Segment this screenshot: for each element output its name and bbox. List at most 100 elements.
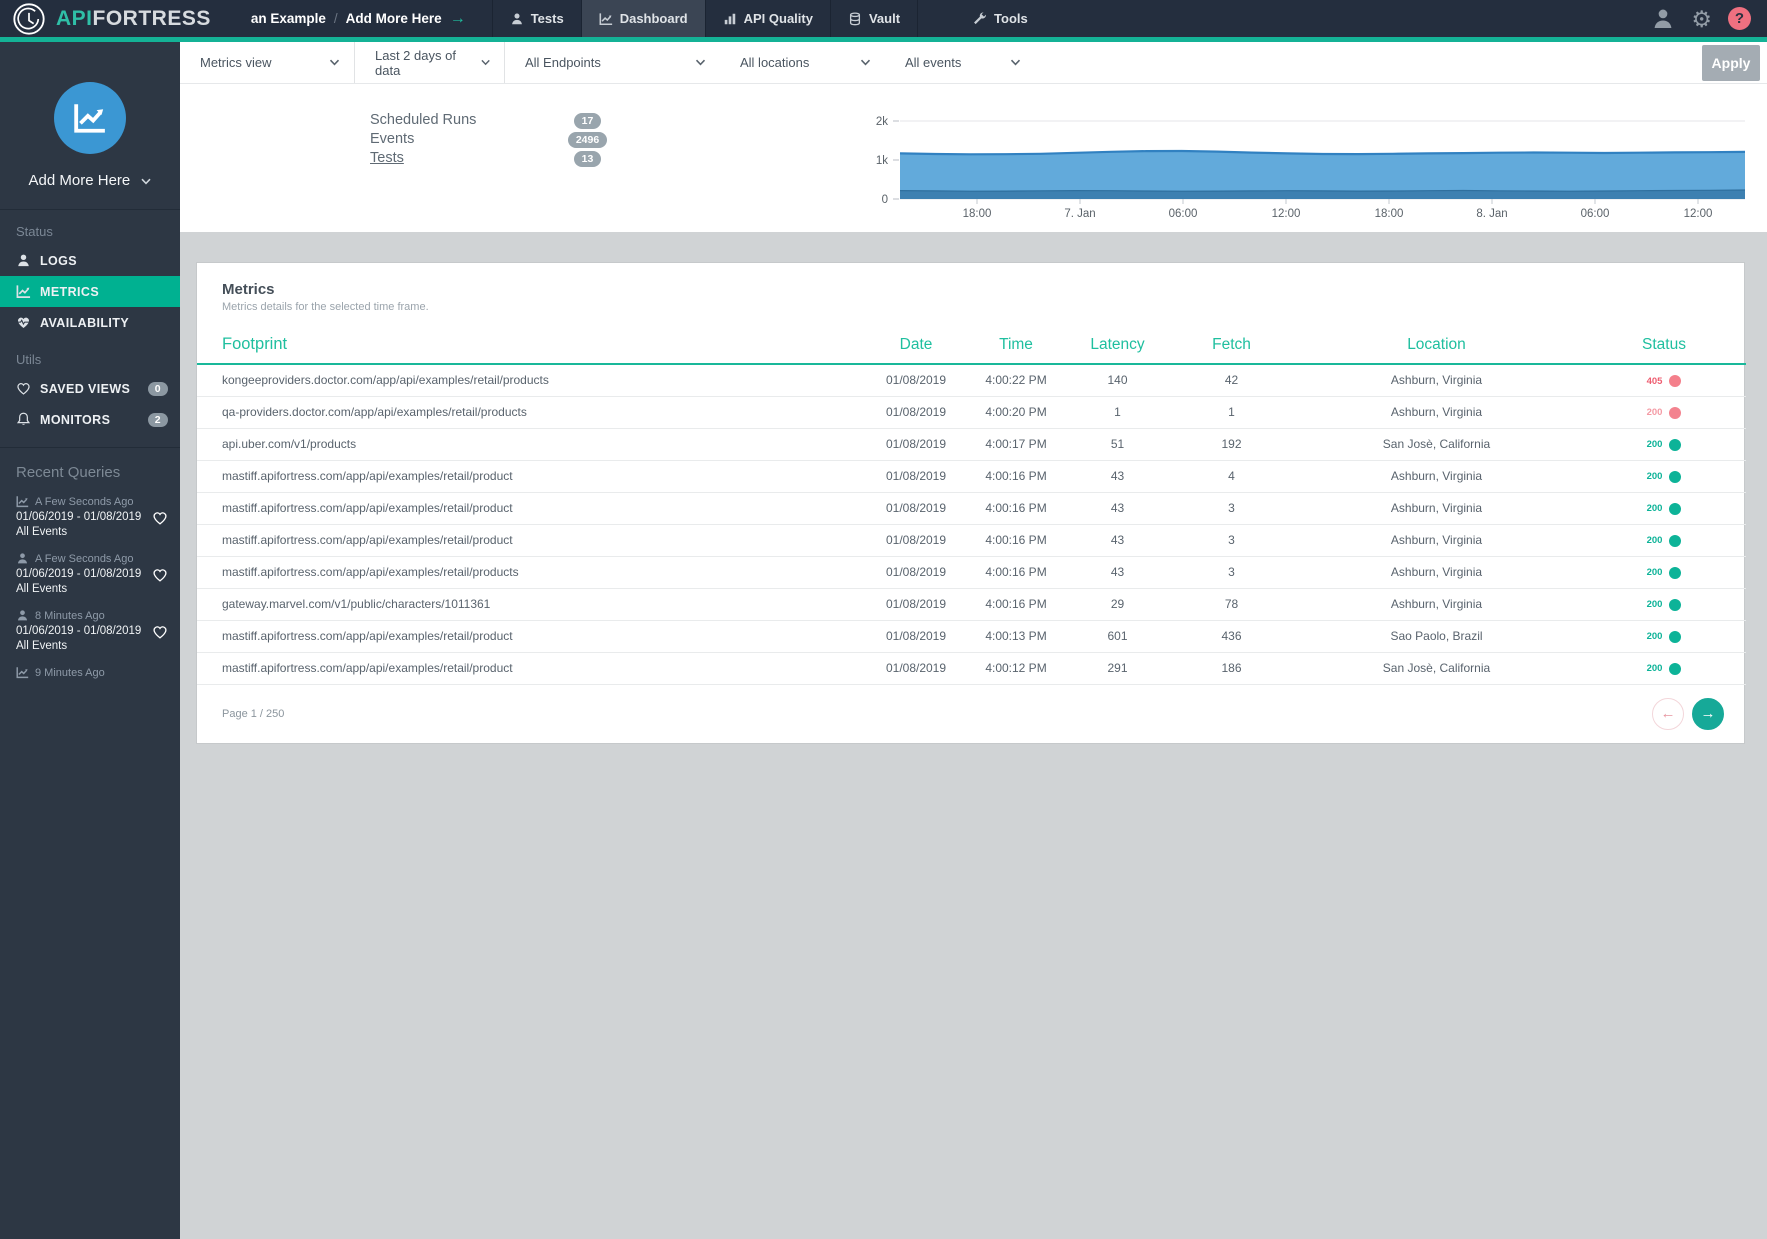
stat-label: Events [370, 131, 560, 147]
location-cell: Ashburn, Virginia [1291, 492, 1582, 524]
tab-api-quality[interactable]: API Quality [705, 0, 830, 37]
events-area-chart: 01k2k18:007. Jan06:0012:0018:008. Jan06:… [850, 92, 1750, 232]
tab-dashboard[interactable]: Dashboard [581, 0, 705, 37]
settings-gear-icon[interactable]: ⚙ [1691, 7, 1712, 31]
tab-tools[interactable]: Tools [956, 0, 1045, 37]
endpoints-dropdown[interactable]: All Endpoints [505, 42, 720, 83]
chevron-down-icon [860, 59, 871, 66]
footprint-cell: mastiff.apifortress.com/app/api/examples… [197, 524, 863, 556]
sidebar: Add More Here Status LOGS METRICS AVAILA… [0, 42, 180, 1239]
prev-page-button[interactable]: ← [1652, 698, 1684, 730]
fetch-cell: 42 [1172, 364, 1291, 396]
status-code: 200 [1647, 599, 1663, 610]
latency-cell: 29 [1063, 588, 1172, 620]
chevron-down-icon [1010, 59, 1021, 66]
favorite-heart-icon[interactable] [152, 624, 168, 640]
apply-button[interactable]: Apply [1702, 45, 1760, 81]
events-dropdown[interactable]: All events [885, 42, 1035, 83]
column-header-footprint[interactable]: Footprint [197, 327, 863, 364]
metrics-table-body: kongeeproviders.doctor.com/app/api/examp… [197, 364, 1746, 684]
table-row[interactable]: mastiff.apifortress.com/app/api/examples… [197, 492, 1746, 524]
table-row[interactable]: mastiff.apifortress.com/app/api/examples… [197, 652, 1746, 684]
status-dot-icon [1669, 631, 1681, 643]
status-dot-icon [1669, 407, 1681, 419]
section-label-status: Status [0, 210, 180, 245]
column-header-time[interactable]: Time [969, 327, 1063, 364]
tab-label: API Quality [744, 11, 813, 26]
view-dropdown[interactable]: Metrics view [180, 42, 355, 83]
timerange-dropdown[interactable]: Last 2 days of data [355, 42, 505, 83]
project-selector[interactable]: Add More Here [0, 172, 180, 189]
sidebar-item-saved-views[interactable]: SAVED VIEWS 0 [0, 373, 180, 404]
count-badge: 2 [148, 413, 168, 427]
tab-tests[interactable]: Tests [492, 0, 581, 37]
favorite-heart-icon[interactable] [152, 567, 168, 583]
status-cell: 200 [1582, 428, 1746, 460]
breadcrumb-project[interactable]: an Example [251, 11, 326, 26]
stat-label-link[interactable]: Tests [370, 150, 560, 166]
sidebar-item-logs[interactable]: LOGS [0, 245, 180, 276]
svg-text:12:00: 12:00 [1272, 208, 1301, 220]
column-header-latency[interactable]: Latency [1063, 327, 1172, 364]
fetch-cell: 3 [1172, 556, 1291, 588]
app-logo[interactable]: APIFORTRESS [0, 0, 225, 37]
bar-chart-icon [723, 12, 737, 26]
project-avatar[interactable] [54, 82, 126, 154]
status-cell: 200 [1582, 652, 1746, 684]
locations-dropdown[interactable]: All locations [720, 42, 885, 83]
status-code: 405 [1647, 376, 1663, 387]
navbar-actions: ⚙ ? [1651, 0, 1767, 37]
query-age: A Few Seconds Ago [35, 553, 133, 565]
table-row[interactable]: mastiff.apifortress.com/app/api/examples… [197, 620, 1746, 652]
stat-label: Scheduled Runs [370, 112, 560, 128]
footprint-cell: mastiff.apifortress.com/app/api/examples… [197, 652, 863, 684]
line-chart-icon [16, 284, 31, 299]
card-title: Metrics [222, 281, 1744, 298]
svg-text:18:00: 18:00 [963, 208, 992, 220]
sidebar-item-label: SAVED VIEWS [40, 382, 130, 396]
svg-text:1k: 1k [876, 155, 888, 167]
latency-cell: 43 [1063, 556, 1172, 588]
location-cell: Ashburn, Virginia [1291, 588, 1582, 620]
table-row[interactable]: mastiff.apifortress.com/app/api/examples… [197, 460, 1746, 492]
line-chart-icon [16, 495, 29, 508]
recent-query-item[interactable]: A Few Seconds Ago01/06/2019 - 01/08/2019… [0, 489, 180, 546]
sidebar-item-availability[interactable]: AVAILABILITY [0, 307, 180, 338]
sidebar-item-metrics[interactable]: METRICS [0, 276, 180, 307]
column-header-location[interactable]: Location [1291, 327, 1582, 364]
table-row[interactable]: api.uber.com/v1/products01/08/20194:00:1… [197, 428, 1746, 460]
dropdown-value: All locations [740, 55, 809, 70]
user-profile-icon[interactable] [1651, 7, 1675, 31]
stat-count-badge: 13 [560, 149, 615, 167]
breadcrumb: an Example / Add More Here → [251, 0, 466, 37]
table-row[interactable]: mastiff.apifortress.com/app/api/examples… [197, 556, 1746, 588]
status-code: 200 [1647, 535, 1663, 546]
table-row[interactable]: qa-providers.doctor.com/app/api/examples… [197, 396, 1746, 428]
fetch-cell: 4 [1172, 460, 1291, 492]
breadcrumb-arrow-icon[interactable]: → [450, 10, 466, 28]
status-cell: 200 [1582, 556, 1746, 588]
breadcrumb-page[interactable]: Add More Here [346, 11, 442, 26]
latency-cell: 1 [1063, 396, 1172, 428]
recent-query-item[interactable]: 8 Minutes Ago01/06/2019 - 01/08/2019All … [0, 603, 180, 660]
table-row[interactable]: mastiff.apifortress.com/app/api/examples… [197, 524, 1746, 556]
favorite-heart-icon[interactable] [152, 510, 168, 526]
table-row[interactable]: kongeeproviders.doctor.com/app/api/examp… [197, 364, 1746, 396]
page-indicator: Page 1 / 250 [222, 708, 284, 720]
help-icon[interactable]: ? [1728, 7, 1751, 30]
sidebar-item-monitors[interactable]: MONITORS 2 [0, 404, 180, 435]
recent-query-item[interactable]: A Few Seconds Ago01/06/2019 - 01/08/2019… [0, 546, 180, 603]
logo-icon [12, 2, 46, 36]
table-row[interactable]: gateway.marvel.com/v1/public/characters/… [197, 588, 1746, 620]
footprint-cell: mastiff.apifortress.com/app/api/examples… [197, 556, 863, 588]
svg-text:18:00: 18:00 [1375, 208, 1404, 220]
footprint-cell: mastiff.apifortress.com/app/api/examples… [197, 492, 863, 524]
column-header-status[interactable]: Status [1582, 327, 1746, 364]
column-header-date[interactable]: Date [863, 327, 969, 364]
tab-vault[interactable]: Vault [830, 0, 918, 37]
overview-panel: Scheduled Runs 17 Events 2496 Tests 13 0… [180, 84, 1767, 232]
column-header-fetch[interactable]: Fetch [1172, 327, 1291, 364]
date-cell: 01/08/2019 [863, 524, 969, 556]
recent-query-item[interactable]: 9 Minutes Ago [0, 660, 180, 687]
next-page-button[interactable]: → [1692, 698, 1724, 730]
